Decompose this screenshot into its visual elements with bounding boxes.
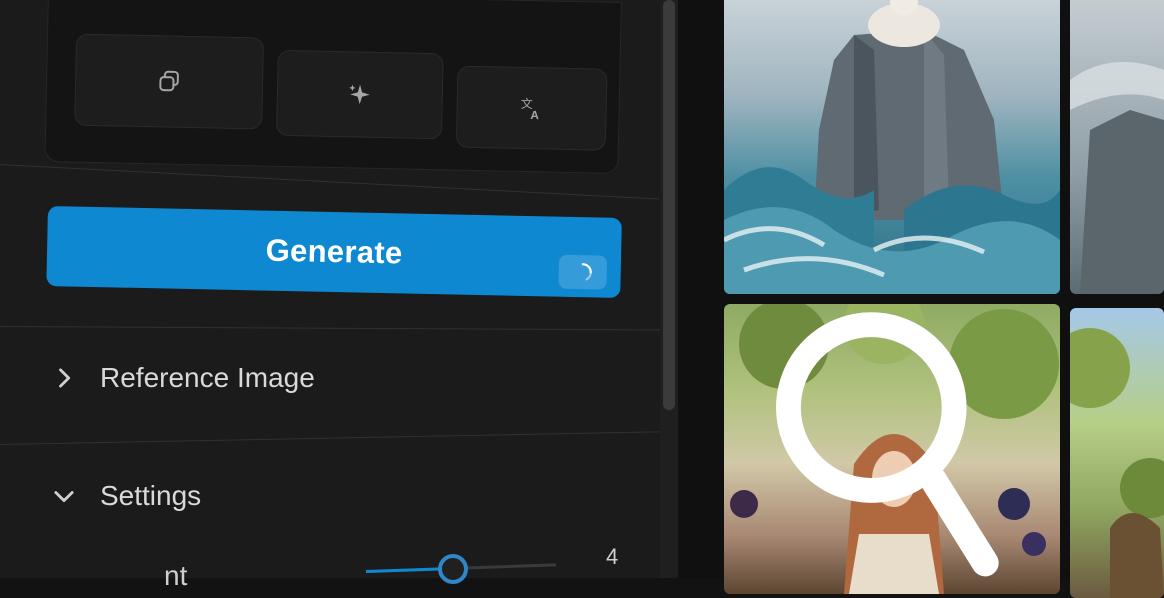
- scrollbar[interactable]: [660, 0, 678, 578]
- copy-button[interactable]: [74, 33, 265, 130]
- settings-slider-row: nt 4: [0, 540, 660, 591]
- generate-status: [558, 254, 608, 290]
- left-panel: 文 A Generate Reference Image Settings nt: [0, 0, 660, 591]
- scroll-thumb[interactable]: [663, 0, 675, 410]
- spinner-icon: [581, 263, 592, 281]
- translate-icon: 文 A: [521, 97, 540, 121]
- gallery-image-rock-partial[interactable]: [1070, 0, 1164, 294]
- reference-image-section[interactable]: Reference Image: [50, 362, 315, 394]
- search-icon[interactable]: [724, 304, 1060, 594]
- chevron-down-icon: [54, 491, 74, 503]
- image-gallery: [678, 0, 1164, 598]
- tool-bar: 文 A: [44, 0, 622, 174]
- copy-icon: [159, 70, 179, 92]
- gallery-image-rock-in-waves[interactable]: [724, 0, 1060, 294]
- section-label: Settings: [100, 480, 202, 511]
- translate-button[interactable]: 文 A: [455, 65, 608, 151]
- svg-text:A: A: [530, 108, 539, 121]
- sparkle-icon: [349, 84, 370, 105]
- settings-section[interactable]: Settings: [50, 480, 201, 512]
- gallery-image-woman-in-vineyard[interactable]: [724, 304, 1060, 594]
- divider: [0, 326, 660, 331]
- slider-label: nt: [164, 560, 188, 591]
- divider: [0, 431, 660, 445]
- chevron-right-icon: [59, 368, 71, 388]
- section-label: Reference Image: [100, 362, 315, 393]
- slider-thumb[interactable]: [438, 554, 468, 584]
- slider-value: 4: [606, 544, 619, 569]
- gallery-image-vineyard-partial[interactable]: [1070, 308, 1164, 598]
- enhance-button[interactable]: [275, 49, 444, 140]
- generate-button[interactable]: Generate: [46, 206, 622, 299]
- generate-label: Generate: [265, 232, 403, 271]
